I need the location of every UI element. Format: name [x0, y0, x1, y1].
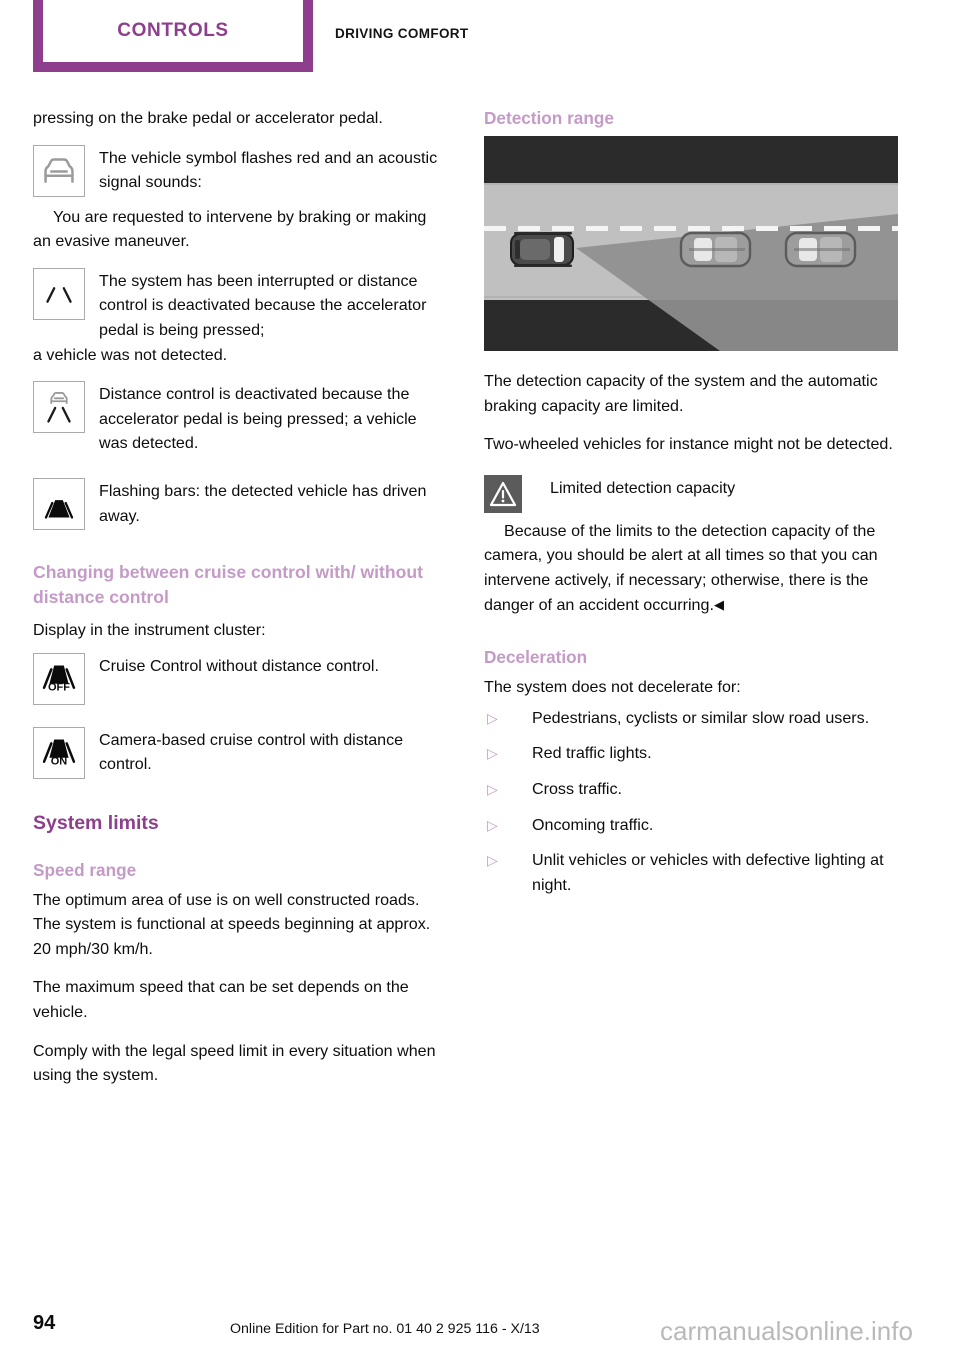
symbol-item: The vehicle symbol flashes red and an ac… — [33, 144, 447, 197]
bullet-marker: ▷ — [487, 780, 498, 797]
section-title: DRIVING COMFORT — [335, 26, 469, 41]
list-item: ▷ Red traffic lights. — [484, 741, 898, 766]
list-item-label: Oncoming traffic. — [532, 815, 654, 834]
left-column: pressing on the brake pedal or accelerat… — [33, 106, 447, 1102]
symbol-icon-wrapper — [33, 267, 89, 320]
symbol-item-text: The vehicle symbol flashes red and an ac… — [99, 148, 438, 192]
symbol-item-text-wrapper: The system has been interrupted or dista… — [99, 268, 447, 343]
list-item-label: Pedestrians, cyclists or similar slow ro… — [532, 708, 870, 727]
intro-paragraph: pressing on the brake pedal or accelerat… — [33, 109, 383, 127]
lead-vehicle-1 — [679, 231, 752, 268]
heading-system-limits: System limits — [33, 811, 159, 834]
warning-text-wrapper: Limited detection capacity — [550, 475, 898, 501]
symbol-icon-wrapper: ON — [33, 726, 89, 779]
deceleration-list: ▷ Pedestrians, cyclists or similar slow … — [484, 706, 898, 898]
ego-vehicle — [510, 232, 574, 267]
filled-lane-bars-symbol-icon — [33, 477, 85, 530]
manual-page: CONTROLS DRIVING COMFORT pressing on the… — [0, 0, 960, 1362]
symbol-item-text: The system has been interrupted or dista… — [99, 271, 427, 339]
symbol-item: Flashing bars: the detected vehicle has … — [33, 477, 447, 530]
page-footer: 94 Online Edition for Part no. 01 40 2 9… — [0, 1302, 960, 1362]
display-cluster-line: Display in the instrument cluster: — [33, 620, 266, 639]
symbol-item-text: Flashing bars: the detected vehicle has … — [99, 481, 427, 525]
chapter-tab: CONTROLS — [33, 0, 313, 72]
symbol-icon-wrapper — [33, 477, 89, 530]
heading-deceleration: Deceleration — [484, 647, 588, 668]
deceleration-intro: The system does not decelerate for: — [484, 678, 741, 697]
chapter-title: CONTROLS — [117, 20, 229, 41]
symbol-icon-wrapper: OFF — [33, 652, 89, 705]
list-item-label: Unlit vehicles or vehicles with defectiv… — [532, 851, 884, 894]
cluster-item-text: Cruise Control without distance control. — [99, 656, 379, 675]
heading-speed-range: Speed range — [33, 859, 137, 880]
right-column: Detection range The detection capacity o… — [484, 106, 898, 908]
warning-body-text: Because of the limits to the detection c… — [484, 521, 878, 614]
symbol-item-text-wrapper: Distance control is deactivated because … — [99, 381, 447, 456]
warning-body: Because of the limits to the detection c… — [484, 519, 898, 617]
symbol-icon-wrapper — [33, 144, 89, 197]
warning-title: Limited detection capacity — [550, 478, 736, 497]
warning-triangle-icon — [484, 474, 522, 513]
car-front-symbol-icon — [33, 144, 85, 197]
car-with-lane-lines-symbol-icon — [33, 381, 85, 434]
lane-on-label: ON — [51, 755, 68, 767]
cluster-item-text-wrapper: Cruise Control without distance control. — [99, 653, 447, 679]
list-item: ▷ Pedestrians, cyclists or similar slow … — [484, 706, 898, 731]
symbol-item-text-wrapper: The vehicle symbol flashes red and an ac… — [99, 145, 447, 195]
bullet-marker: ▷ — [487, 745, 498, 762]
warning-icon-wrapper — [484, 474, 540, 513]
bullet-marker: ▷ — [487, 852, 498, 869]
heading-changing-cruise-control: Changing between cruise control with/ wi… — [33, 561, 424, 607]
lane-lines-symbol-icon — [33, 267, 85, 320]
detection-paragraph: The detection capacity of the system and… — [484, 372, 878, 415]
detection-range-diagram — [484, 136, 898, 351]
detection-paragraph: Two-wheeled vehicles for instance might … — [484, 435, 893, 454]
lead-vehicle-2 — [784, 231, 857, 268]
page-number: 94 — [33, 1312, 56, 1334]
cluster-item-text: Camera-based cruise control with distanc… — [99, 730, 404, 774]
bullet-marker: ▷ — [487, 709, 498, 726]
page-header: CONTROLS DRIVING COMFORT — [0, 0, 960, 80]
symbol-item-text: Distance control is deactivated because … — [99, 385, 417, 453]
symbol-item-continuation: You are requested to intervene by brakin… — [33, 207, 427, 251]
list-item: ▷ Oncoming traffic. — [484, 813, 898, 838]
list-item-label: Red traffic lights. — [532, 744, 652, 763]
note-end-marker: ◀ — [713, 596, 724, 612]
bullet-marker: ▷ — [487, 816, 498, 833]
symbol-item: The system has been interrupted or dista… — [33, 267, 447, 343]
speed-paragraph: Comply with the legal speed limit in eve… — [33, 1041, 436, 1085]
lane-off-label: OFF — [48, 681, 70, 693]
heading-detection-range: Detection range — [484, 108, 614, 128]
site-watermark: carmanualsonline.info — [660, 1316, 913, 1346]
speed-paragraph: The maximum speed that can be set depend… — [33, 978, 409, 1021]
cluster-item: OFF Cruise Control without distance cont… — [33, 652, 447, 705]
list-item-label: Cross traffic. — [532, 779, 623, 798]
list-item: ▷ Unlit vehicles or vehicles with defect… — [484, 848, 898, 897]
cluster-item: ON Camera-based cruise control with dist… — [33, 726, 447, 779]
list-item: ▷ Cross traffic. — [484, 777, 898, 802]
chapter-tab-inner: CONTROLS — [43, 0, 303, 62]
symbol-item-text-wrapper: Flashing bars: the detected vehicle has … — [99, 478, 447, 528]
lane-off-symbol-icon: OFF — [33, 652, 85, 705]
symbol-item-continuation: a vehicle was not detected. — [33, 345, 228, 364]
edition-note: Online Edition for Part no. 01 40 2 925 … — [230, 1321, 540, 1337]
symbol-icon-wrapper — [33, 381, 89, 434]
symbol-item: Distance control is deactivated because … — [33, 381, 447, 456]
lane-on-symbol-icon: ON — [33, 726, 85, 779]
warning-note: Limited detection capacity — [484, 474, 898, 513]
speed-paragraph: The optimum area of use is on well const… — [33, 890, 431, 958]
cluster-item-text-wrapper: Camera-based cruise control with distanc… — [99, 727, 447, 777]
